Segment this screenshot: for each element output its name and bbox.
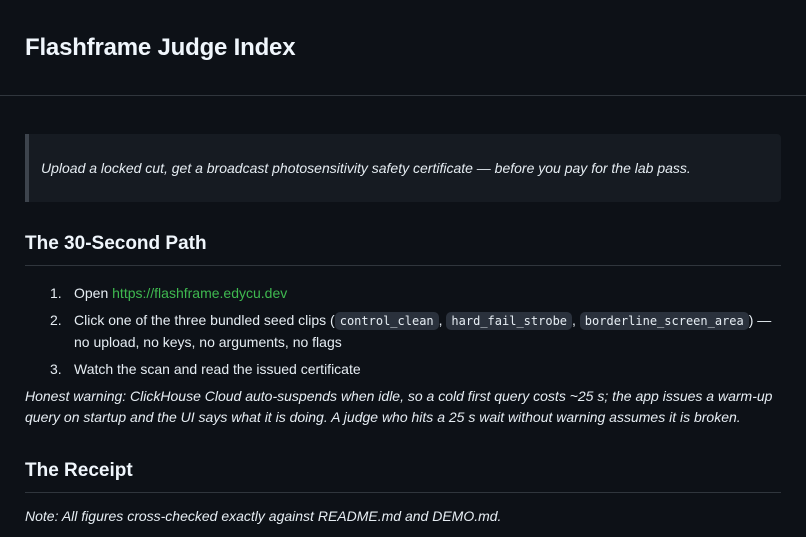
clip-separator: , <box>438 312 443 328</box>
seed-clip-borderline-screen-area: borderline_screen_area <box>579 312 749 330</box>
step-number: 1. <box>50 285 62 301</box>
page-header: Flashframe Judge Index <box>0 0 806 96</box>
section-heading-receipt: The Receipt <box>25 460 781 493</box>
page-title: Flashframe Judge Index <box>25 33 296 61</box>
flashframe-link[interactable]: https://flashframe.edycu.dev <box>112 285 287 301</box>
step-text: Click one of the three bundled seed clip… <box>74 310 781 353</box>
cold-start-warning: Honest warning: ClickHouse Cloud auto-su… <box>25 388 773 425</box>
document-body: Upload a locked cut, get a broadcast pho… <box>0 96 806 527</box>
step-prefix: Click one of the three bundled seed clip… <box>74 312 335 328</box>
receipt-note: Note: All figures cross-checked exactly … <box>25 508 502 524</box>
step-text: Watch the scan and read the issued certi… <box>74 361 361 377</box>
step-prefix: Open <box>74 285 113 301</box>
step-number: 2. <box>50 312 62 328</box>
step-text: Open https://flashframe.edycu.dev <box>74 283 781 304</box>
tagline-text: Upload a locked cut, get a broadcast pho… <box>41 160 691 176</box>
steps-list: 1. Open https://flashframe.edycu.dev 2. … <box>25 283 781 380</box>
tagline-blockquote: Upload a locked cut, get a broadcast pho… <box>25 134 781 202</box>
list-item: 3. Watch the scan and read the issued ce… <box>50 359 781 380</box>
list-item: 2. Click one of the three bundled seed c… <box>50 310 781 353</box>
seed-clip-hard-fail-strobe: hard_fail_strobe <box>446 312 573 330</box>
list-item: 1. Open https://flashframe.edycu.dev <box>50 283 781 304</box>
seed-clip-control-clean: control_clean <box>334 312 439 330</box>
clip-separator: , <box>572 312 576 328</box>
step-number: 3. <box>50 361 62 377</box>
section-heading-path: The 30-Second Path <box>25 233 781 266</box>
